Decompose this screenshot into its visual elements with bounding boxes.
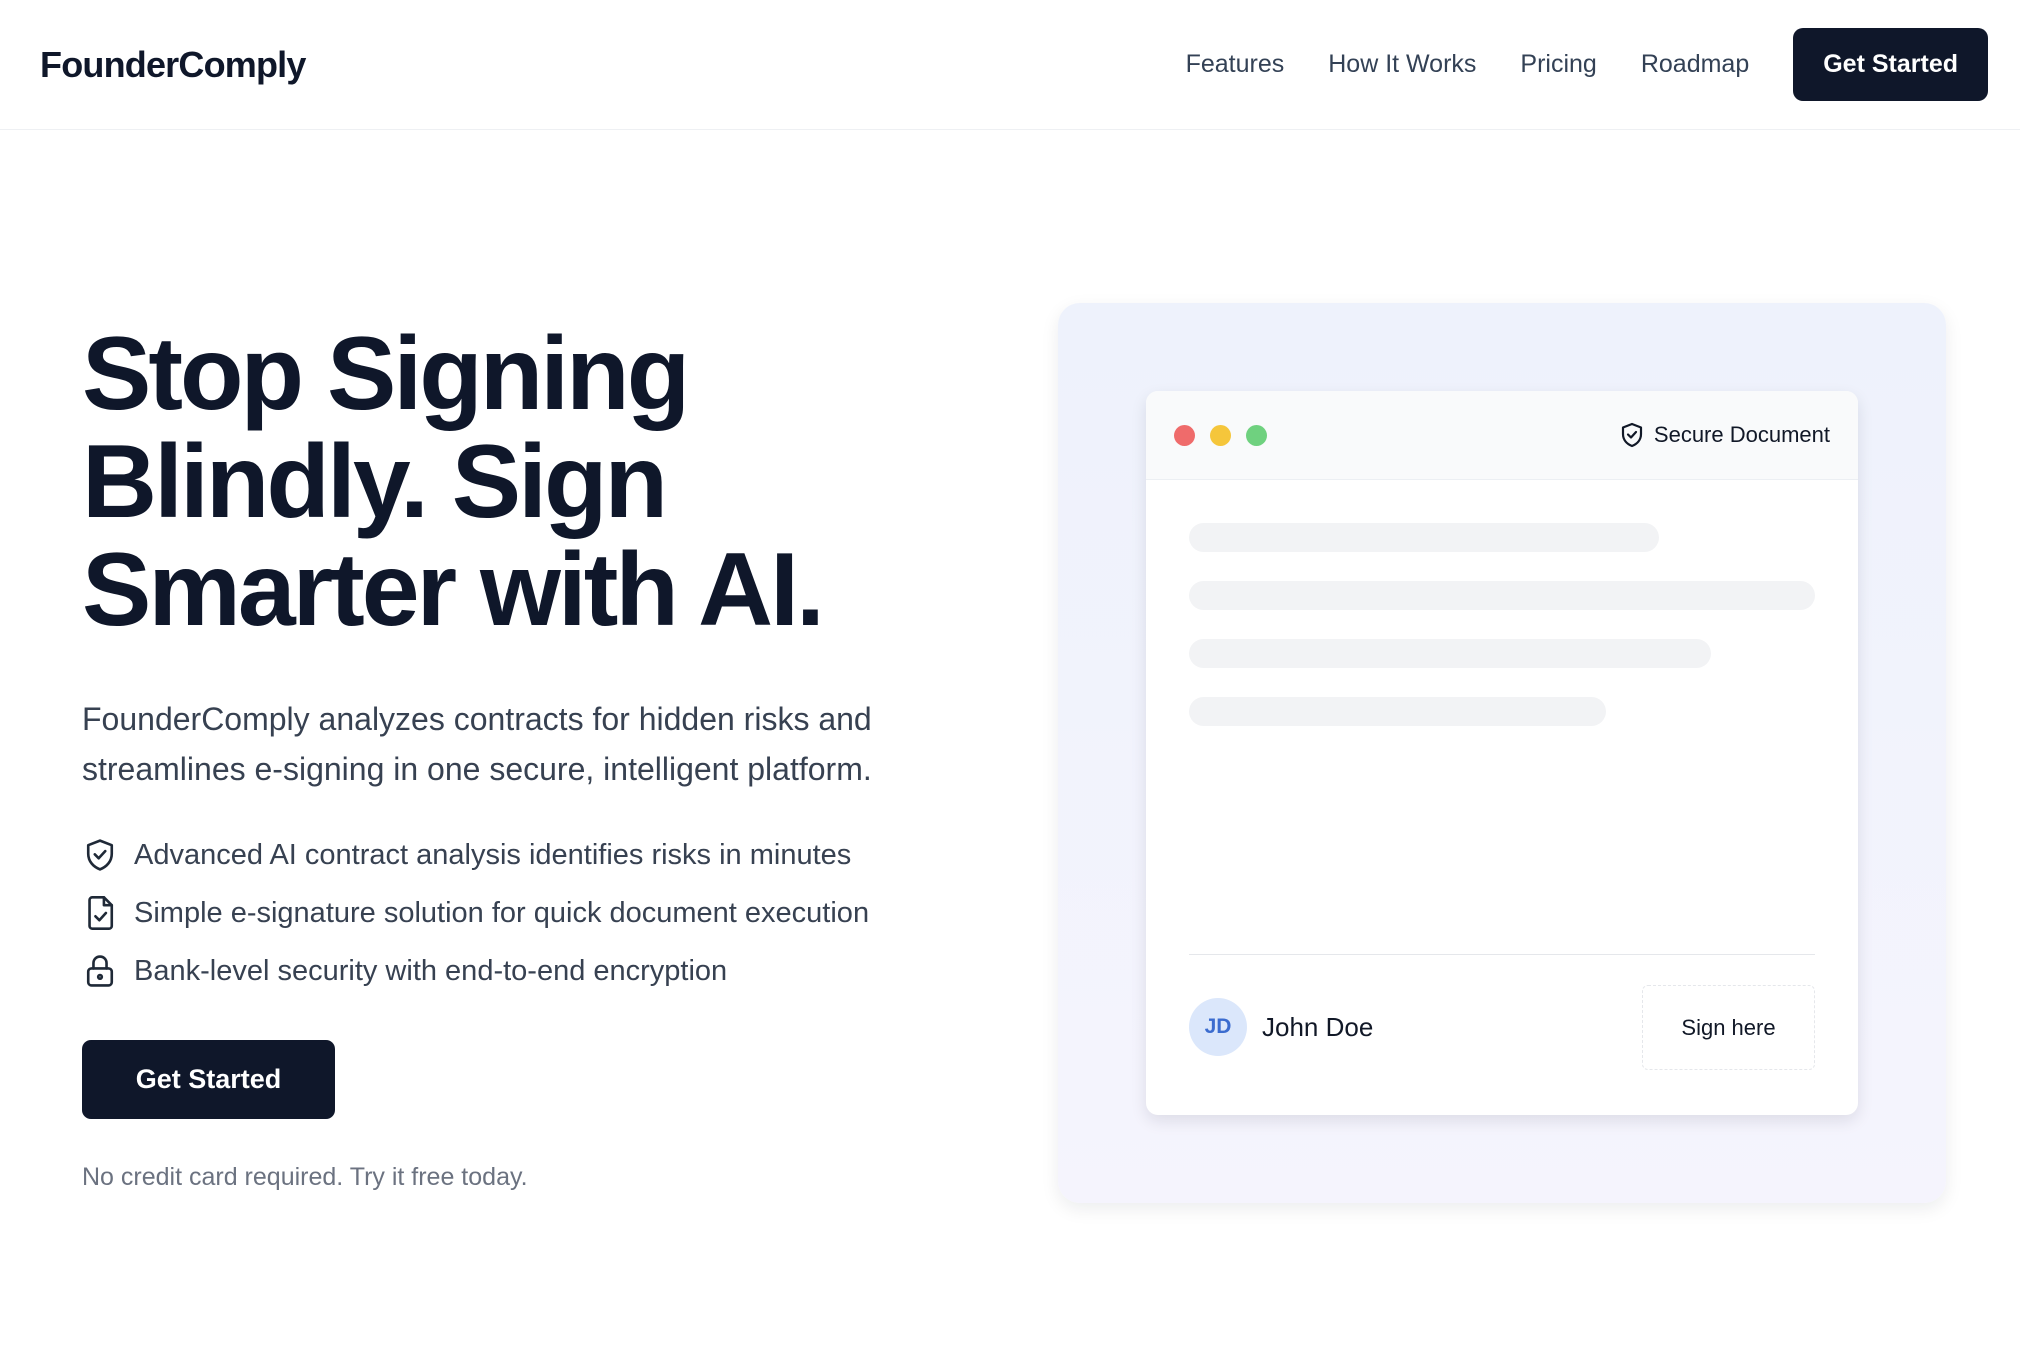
- signer-info: JD John Doe: [1189, 998, 1373, 1056]
- close-dot-icon: [1174, 424, 1195, 446]
- text-line-placeholder: [1189, 581, 1815, 610]
- nav-link-pricing[interactable]: Pricing: [1520, 50, 1596, 79]
- window-controls: [1174, 424, 1282, 446]
- feature-text: Simple e-signature solution for quick do…: [134, 896, 870, 929]
- hero-title-line: Smarter with AI.: [82, 532, 825, 648]
- text-line-placeholder: [1189, 639, 1711, 668]
- nav-link-how-it-works[interactable]: How It Works: [1328, 50, 1476, 79]
- sign-here-button[interactable]: Sign here: [1642, 985, 1815, 1070]
- feature-item: Advanced AI contract analysis identifies…: [82, 826, 982, 884]
- header-get-started-button[interactable]: Get Started: [1793, 28, 1988, 101]
- document-content-placeholder: [1146, 480, 1858, 726]
- nav-link-roadmap[interactable]: Roadmap: [1641, 50, 1749, 79]
- window-titlebar: Secure Document: [1146, 391, 1858, 480]
- minimize-dot-icon: [1210, 424, 1231, 446]
- lock-icon: [82, 953, 118, 989]
- text-line-placeholder: [1189, 697, 1606, 726]
- feature-text: Bank-level security with end-to-end encr…: [134, 954, 728, 987]
- signature-section: JD John Doe Sign here: [1189, 954, 1815, 1114]
- hero-get-started-button[interactable]: Get Started: [82, 1040, 335, 1119]
- feature-list: Advanced AI contract analysis identifies…: [82, 826, 982, 1000]
- shield-check-icon: [1620, 422, 1646, 448]
- site-header: FounderComply Features How It Works Pric…: [0, 0, 2020, 130]
- file-check-icon: [82, 895, 118, 931]
- document-preview-window: Secure Document JD John Doe Sign here: [1146, 391, 1858, 1115]
- signer-name: John Doe: [1262, 1011, 1374, 1042]
- hero-subtitle: FounderComply analyzes contracts for hid…: [82, 694, 942, 794]
- main-nav: Features How It Works Pricing Roadmap Ge…: [1186, 28, 1988, 101]
- hero-title-line: Blindly. Sign: [82, 424, 668, 540]
- hero-note: No credit card required. Try it free tod…: [82, 1163, 528, 1191]
- landing-page: FounderComply Features How It Works Pric…: [0, 0, 2020, 1368]
- shield-check-icon: [82, 837, 118, 873]
- maximize-dot-icon: [1246, 424, 1267, 446]
- hero-title: Stop Signing Blindly. Sign Smarter with …: [82, 320, 982, 644]
- feature-item: Bank-level security with end-to-end encr…: [82, 942, 982, 1000]
- hero-subtitle-line: streamlines e-signing in one secure, int…: [82, 751, 872, 787]
- avatar: JD: [1189, 998, 1247, 1056]
- feature-text: Advanced AI contract analysis identifies…: [134, 838, 852, 871]
- hero-content: Stop Signing Blindly. Sign Smarter with …: [82, 320, 982, 1192]
- hero-title-line: Stop Signing: [82, 316, 690, 432]
- secure-document-label: Secure Document: [1620, 422, 1830, 448]
- nav-link-features[interactable]: Features: [1186, 50, 1285, 79]
- hero-subtitle-line: FounderComply analyzes contracts for hid…: [82, 701, 872, 737]
- secure-document-text: Secure Document: [1653, 422, 1830, 447]
- logo[interactable]: FounderComply: [40, 44, 306, 86]
- feature-item: Simple e-signature solution for quick do…: [82, 884, 982, 942]
- document-preview-panel: Secure Document JD John Doe Sign here: [1058, 303, 1946, 1203]
- text-line-placeholder: [1189, 523, 1659, 552]
